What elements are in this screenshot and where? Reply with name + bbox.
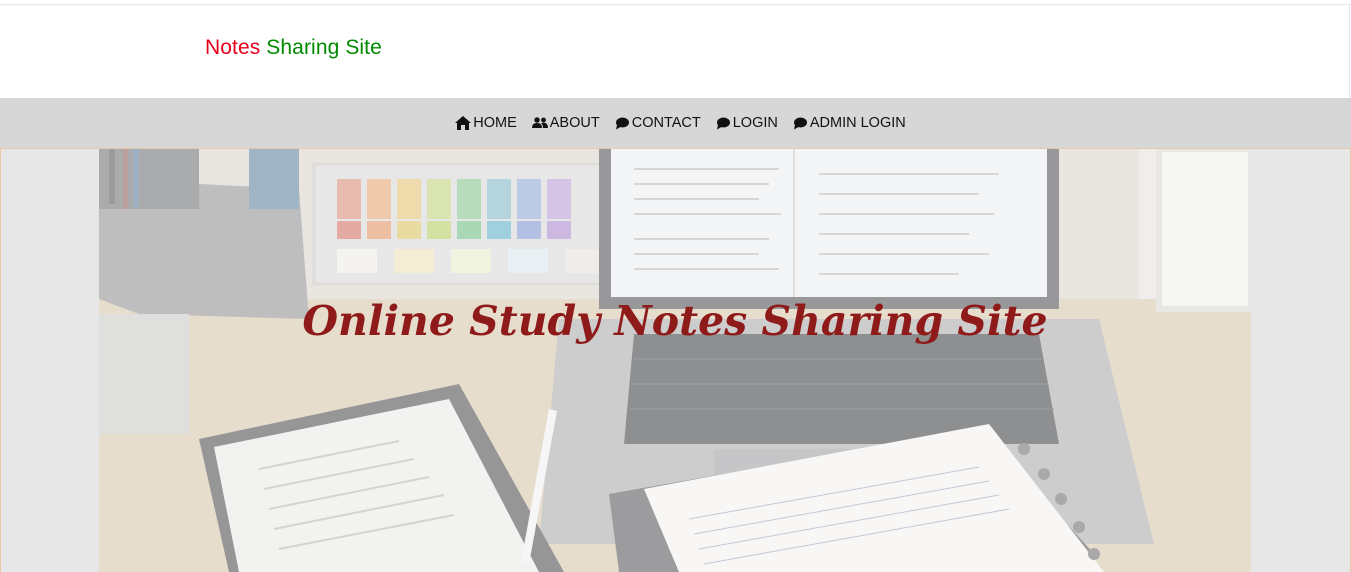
chat-icon [793,117,808,130]
top-border-line [0,4,1351,5]
nav-contact-label: CONTACT [631,115,701,131]
hero-section: Online Study Notes Sharing Site [0,148,1351,572]
brand-word-notes: Notes [205,36,261,59]
hero-banner-image: Online Study Notes Sharing Site [99,149,1251,572]
nav-about[interactable]: ABOUT [531,115,600,131]
nav-contact[interactable]: CONTACT [615,115,701,131]
main-navbar: HOME ABOUT CONTACT LOGIN ADMIN LOGIN [0,98,1351,148]
nav-login[interactable]: LOGIN [716,115,778,131]
right-border-line [1349,4,1350,98]
brand-word-sharing-site: Sharing Site [266,36,382,59]
nav-admin-login[interactable]: ADMIN LOGIN [793,115,906,131]
site-brand[interactable]: Notes Sharing Site [205,36,382,60]
hero-title: Online Study Notes Sharing Site [302,297,1048,345]
nav-home[interactable]: HOME [455,115,517,131]
nav-admin-login-label: ADMIN LOGIN [809,115,906,131]
nav-home-label: HOME [473,115,517,131]
chat-icon [615,117,630,130]
home-icon [455,116,472,130]
nav-login-label: LOGIN [732,115,778,131]
chat-icon [716,117,731,130]
users-icon [531,117,548,129]
desk-photo-illustration [99,149,1251,572]
nav-about-label: ABOUT [549,115,600,131]
